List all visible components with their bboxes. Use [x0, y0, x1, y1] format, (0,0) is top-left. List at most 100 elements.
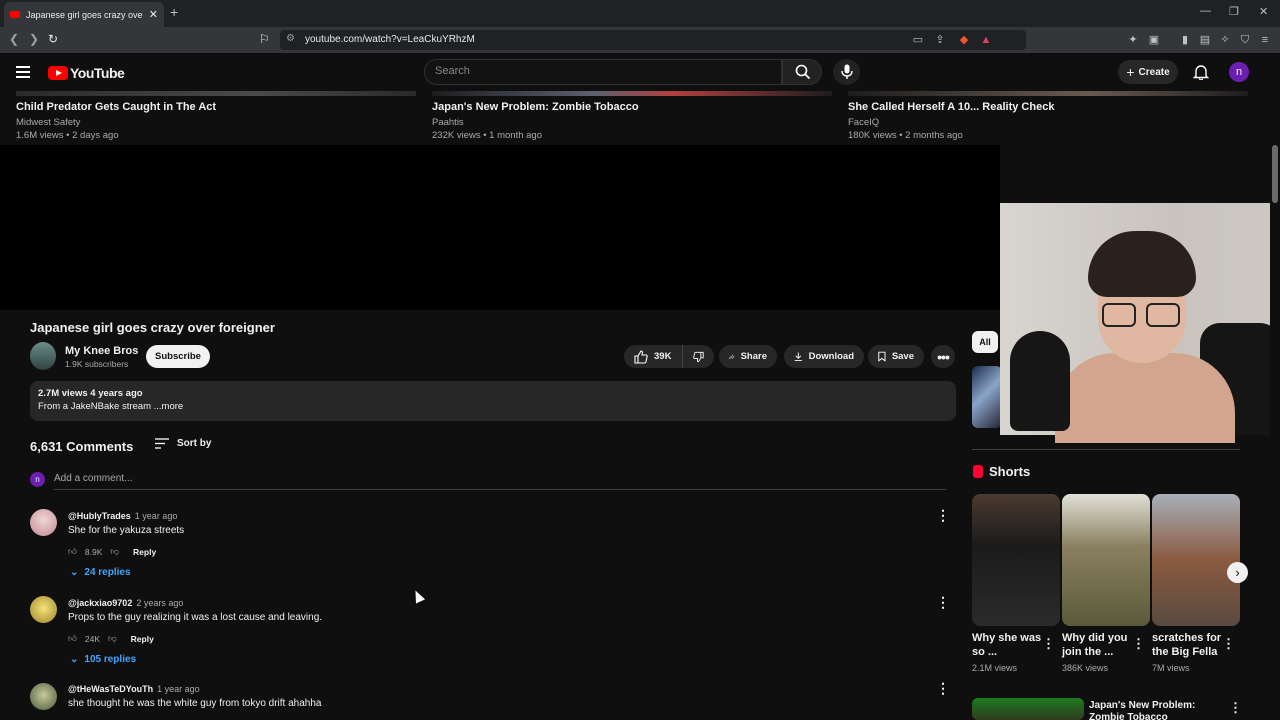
comment-menu-icon[interactable]: ⋮ [936, 595, 950, 609]
vpn-icon[interactable]: ⛉ [1239, 34, 1251, 46]
share-button[interactable]: Share [719, 345, 777, 368]
url-text[interactable]: youtube.com/watch?v=LeaCkuYRhzM [305, 34, 475, 45]
short-title[interactable]: Why she was so ... [972, 631, 1047, 659]
short-title[interactable]: scratches for the Big Fella [1152, 631, 1227, 659]
short-title[interactable]: Why did you join the ... [1062, 631, 1137, 659]
rec-thumbnail[interactable] [432, 91, 832, 96]
side-video-title[interactable]: Japan's New Problem: Zombie Tobacco [1089, 700, 1229, 720]
rec-thumbnail[interactable] [16, 91, 416, 96]
comment-dislike-icon[interactable]: 👎︎ [110, 546, 119, 557]
comment-menu-icon[interactable]: ⋮ [936, 681, 950, 695]
add-comment-input[interactable]: Add a comment... [54, 473, 132, 484]
video-player-end[interactable] [0, 145, 1000, 310]
side-video-menu-icon[interactable]: ⋮ [1229, 700, 1242, 716]
youtube-logo[interactable]: YouTube [48, 65, 125, 81]
cast-icon[interactable]: ▭ [912, 34, 924, 46]
webcam-overlay [1000, 203, 1280, 443]
voice-search-button[interactable] [833, 59, 860, 85]
chevron-right-icon[interactable]: › [1227, 562, 1248, 583]
subscribe-button[interactable]: Subscribe [146, 345, 210, 368]
search-input[interactable]: Search [424, 59, 782, 85]
tab-title: Japanese girl goes crazy over foreigner [26, 9, 143, 20]
comment-actions: 👍︎ 24K 👎︎ Reply [68, 633, 154, 644]
brave-shield-icon[interactable]: ◆ [958, 34, 970, 46]
bookmark-icon[interactable]: ⚐ [259, 32, 270, 46]
hamburger-menu-icon[interactable] [16, 66, 30, 78]
save-button[interactable]: Save [868, 345, 924, 368]
dislike-button[interactable] [682, 345, 714, 368]
create-button[interactable]: + Create [1118, 60, 1178, 84]
rec-channel[interactable]: FaceIQ [848, 117, 879, 128]
new-tab-icon[interactable]: + [170, 4, 178, 20]
commenter-avatar[interactable] [30, 509, 57, 536]
filter-chip-all[interactable]: All [972, 331, 998, 353]
leo-icon[interactable]: ✧ [1219, 34, 1231, 46]
create-label: Create [1138, 66, 1170, 78]
rec-title[interactable]: She Called Herself A 10... Reality Check [848, 101, 1054, 113]
reply-button[interactable]: Reply [133, 547, 156, 557]
description-text[interactable]: From a JakeNBake stream ...more [38, 401, 183, 412]
back-icon[interactable]: ❮ [9, 32, 19, 46]
search-button[interactable] [782, 59, 822, 85]
browser-tab-bar [0, 0, 1280, 27]
microphone-icon [841, 64, 853, 79]
rewards-icon[interactable]: ▲ [980, 34, 992, 46]
comment-username[interactable]: @HublyTrades [68, 511, 131, 521]
browser-menu-icon[interactable]: ≡ [1259, 34, 1271, 46]
comment-username[interactable]: @jackxiao9702 [68, 598, 132, 608]
share-page-icon[interactable]: ⇪ [934, 34, 946, 46]
commenter-avatar[interactable] [30, 596, 57, 623]
reply-button[interactable]: Reply [131, 634, 154, 644]
notifications-bell-icon[interactable] [1192, 64, 1210, 81]
rec-channel[interactable]: Paahtis [432, 117, 464, 128]
comment-input-underline [54, 489, 946, 490]
rec-title[interactable]: Child Predator Gets Caught in The Act [16, 101, 216, 113]
short-thumbnail[interactable] [1062, 494, 1150, 626]
view-replies-button[interactable]: ⌄ 105 replies [70, 654, 136, 665]
forward-icon[interactable]: ❯ [29, 32, 39, 46]
comment-dislike-icon[interactable]: 👎︎ [108, 633, 117, 644]
short-thumbnail[interactable] [972, 494, 1060, 626]
tab-search-icon[interactable]: ▤ [1199, 34, 1211, 46]
wallet-icon[interactable]: ▣ [1148, 34, 1160, 46]
comment-time[interactable]: 2 years ago [136, 598, 183, 608]
side-video-thumbnail[interactable] [972, 698, 1084, 720]
sort-comments-button[interactable]: Sort by [155, 438, 211, 449]
download-button[interactable]: Download [784, 345, 864, 368]
reload-icon[interactable]: ↻ [48, 32, 58, 46]
side-video-thumbnail[interactable] [972, 366, 1002, 428]
sidebar-toggle-icon[interactable]: ▮ [1179, 34, 1191, 46]
commenter-avatar[interactable] [30, 683, 57, 710]
more-actions-icon[interactable]: ••• [931, 345, 955, 368]
short-menu-icon[interactable]: ⋮ [1132, 636, 1145, 652]
short-menu-icon[interactable]: ⋮ [1222, 636, 1235, 652]
comment-time[interactable]: 1 year ago [157, 684, 200, 694]
download-label: Download [808, 351, 854, 362]
thumbs-down-icon [693, 351, 704, 362]
comment-text: Props to the guy realizing it was a lost… [68, 612, 323, 623]
restore-icon[interactable]: ❐ [1229, 5, 1239, 18]
site-info-icon[interactable]: ⚙ [286, 33, 295, 44]
like-button[interactable]: 39K [624, 345, 682, 368]
rec-title[interactable]: Japan's New Problem: Zombie Tobacco [432, 101, 639, 113]
rec-thumbnail[interactable] [848, 91, 1248, 96]
browser-tab[interactable]: Japanese girl goes crazy over foreigner … [4, 2, 164, 27]
scrollbar-thumb[interactable] [1272, 145, 1278, 203]
view-replies-button[interactable]: ⌄ 24 replies [70, 567, 131, 578]
minimize-icon[interactable]: — [1200, 5, 1211, 17]
close-window-icon[interactable]: ✕ [1259, 5, 1268, 18]
comment-like-icon[interactable]: 👍︎ [68, 633, 77, 644]
account-avatar[interactable]: n [1229, 62, 1249, 82]
close-tab-icon[interactable]: ✕ [149, 8, 158, 21]
comment-username[interactable]: @tHeWasTeDYouTh [68, 684, 153, 694]
rec-channel[interactable]: Midwest Safety [16, 117, 80, 128]
channel-avatar[interactable] [30, 342, 56, 370]
subscriber-count: 1.9K subscribers [65, 359, 129, 369]
comment-menu-icon[interactable]: ⋮ [936, 508, 950, 522]
extensions-icon[interactable]: ✦ [1127, 34, 1139, 46]
comment-time[interactable]: 1 year ago [135, 511, 178, 521]
comment-like-icon[interactable]: 👍︎ [68, 546, 77, 557]
short-menu-icon[interactable]: ⋮ [1042, 636, 1055, 652]
short-thumbnail[interactable] [1152, 494, 1240, 626]
channel-name[interactable]: My Knee Bros [65, 345, 138, 357]
